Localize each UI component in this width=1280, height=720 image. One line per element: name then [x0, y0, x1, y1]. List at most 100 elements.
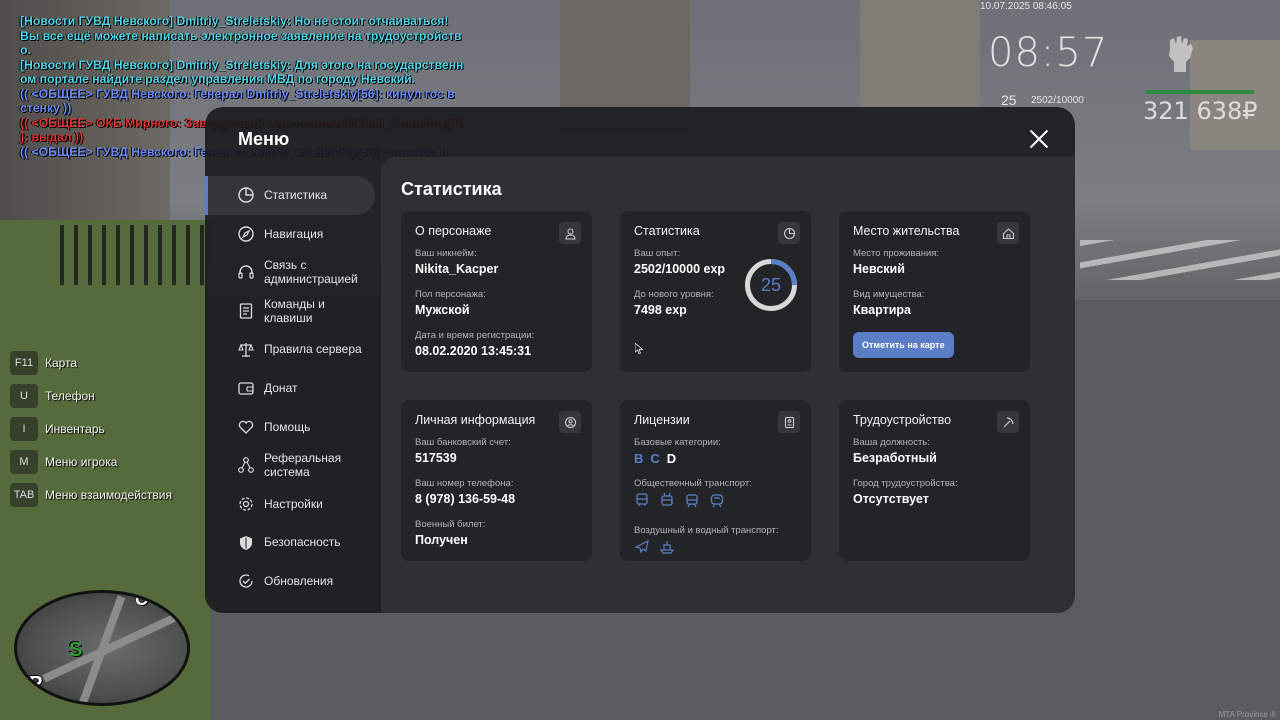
gear-icon [237, 495, 255, 513]
user-icon [559, 222, 581, 244]
tram-icon [684, 492, 700, 513]
menu-header: Меню [205, 107, 1075, 157]
card-title: Лицензии [634, 413, 690, 427]
crosswalk [1080, 240, 1280, 280]
sidebar-item-statistics[interactable]: Статистика [205, 176, 375, 215]
sidebar-item-updates[interactable]: Обновления [205, 562, 380, 601]
hotkey-interaction-menu[interactable]: TAB Меню взаимодействия [10, 478, 172, 511]
mouse-cursor-icon [635, 343, 643, 354]
compass-icon [237, 225, 255, 243]
hotkey-label: Меню игрока [45, 454, 118, 469]
pie-chart-icon [778, 222, 800, 244]
hotkey-label: Телефон [45, 388, 95, 403]
sidebar-item-security[interactable]: Безопасность [205, 523, 380, 562]
hotkey-phone[interactable]: U Телефон [10, 379, 172, 412]
chat-line: о. [20, 43, 31, 57]
hotkey-map[interactable]: F11 Карта [10, 346, 172, 379]
sidebar-item-label: Реферальная система [264, 450, 342, 480]
field-label: Ваш никнейм: [415, 248, 477, 259]
network-icon [237, 456, 255, 474]
hud-level: 25 [1001, 92, 1017, 108]
hotkey-label: Карта [45, 355, 78, 370]
license-category-b: B [634, 451, 644, 466]
document-icon [237, 302, 255, 320]
level-progress-ring: 25 [743, 257, 799, 313]
field-label: Ваш номер телефона: [415, 478, 514, 489]
shield-icon [237, 534, 255, 552]
sidebar-item-navigation[interactable]: Навигация [205, 215, 380, 254]
card-statistics: Статистика Ваш опыт: 2502/10000 exp До н… [620, 211, 811, 372]
health-bar [1146, 90, 1254, 94]
close-button[interactable] [1027, 127, 1051, 151]
position-value: Безработный [853, 451, 937, 465]
sidebar-item-label: Обновления [264, 573, 334, 588]
hotkey-key: U [10, 383, 38, 408]
sidebar-item-label: Настройки [264, 496, 323, 511]
mark-on-map-button[interactable]: Отметить на карте [853, 332, 954, 358]
hotkey-list: F11 Карта U Телефон I Инвентарь M Меню и… [10, 346, 172, 511]
building [1190, 40, 1280, 150]
refresh-check-icon [237, 572, 255, 590]
page-title: Статистика [401, 179, 502, 199]
hud-clock: 08:57 [988, 30, 1109, 76]
field-label: Общественный транспорт: [634, 478, 752, 489]
sidebar-item-help[interactable]: Помощь [205, 408, 380, 447]
trolleybus-icon [659, 492, 675, 513]
card-character: О персонаже Ваш никнейм: Nikita_Kacper П… [401, 211, 592, 372]
fist-icon [1162, 34, 1198, 74]
license-categories: B C D [634, 451, 797, 466]
card-title: Место жительства [853, 224, 960, 238]
pickaxe-icon [997, 411, 1019, 433]
hotkey-player-menu[interactable]: M Меню игрока [10, 445, 172, 478]
sidebar-item-admin-contact[interactable]: Связь с администрацией [205, 253, 380, 292]
minimap-blip-s: S [69, 639, 83, 661]
residence-place-value: Невский [853, 262, 905, 276]
sidebar-item-settings[interactable]: Настройки [205, 485, 380, 524]
user-circle-icon [559, 411, 581, 433]
public-transport-licenses [634, 492, 797, 513]
field-label: Место проживания: [853, 248, 940, 259]
sidebar-item-commands[interactable]: Команды и клавиши [205, 292, 380, 331]
hud-money: 321 638₽ [1143, 97, 1258, 125]
sidebar-item-label: Связь с администрацией [264, 257, 358, 287]
license-category-d: D [666, 451, 677, 466]
field-label: Пол персонажа: [415, 289, 486, 300]
sidebar-item-donate[interactable]: Донат [205, 369, 380, 408]
phone-number-value: 8 (978) 136-59-48 [415, 492, 516, 506]
hotkey-key: F11 [10, 350, 38, 375]
sidebar-item-label: Навигация [264, 226, 324, 241]
headset-icon [237, 263, 255, 281]
hotkey-inventory[interactable]: I Инвентарь [10, 412, 172, 445]
field-label: Вид имущества: [853, 289, 925, 300]
card-residence: Место жительства Место проживания: Невск… [839, 211, 1030, 372]
boat-icon [659, 539, 675, 560]
home-icon [997, 222, 1019, 244]
menu-sidebar: Статистика Навигация Связь с администрац… [205, 176, 380, 601]
air-water-licenses [634, 539, 797, 560]
field-label: Дата и время регистрации: [415, 330, 535, 341]
building [860, 0, 980, 115]
hud-date: 10.07.2025 08:46:05 [980, 1, 1072, 12]
minimap-blip-c: C [135, 590, 148, 609]
field-label: Ваш банковский счет: [415, 437, 511, 448]
card-employment: Трудоустройство Ваша должность: Безработ… [839, 400, 1030, 561]
chat-line: [Новости ГУВД Невского] Dmitriy_Strelets… [20, 14, 449, 28]
field-label: Воздушный и водный транспорт: [634, 525, 779, 536]
card-title: Трудоустройство [853, 413, 952, 427]
card-title: Статистика [634, 224, 700, 238]
pie-chart-icon [237, 186, 255, 204]
chat-line: (( <ОБЩЕЕ> ГУВД Невского: Генерал Dmitri… [20, 86, 455, 101]
hotkey-label: Инвентарь [45, 421, 105, 436]
registration-value: 08.02.2020 13:45:31 [415, 344, 532, 358]
hotkey-label: Меню взаимодействия [45, 487, 172, 502]
hotkey-key: M [10, 449, 38, 474]
field-label: Базовые категории: [634, 437, 721, 448]
fence [60, 225, 210, 285]
military-id-value: Получен [415, 533, 468, 547]
sidebar-item-label: Правила сервера [264, 342, 362, 357]
employment-city-value: Отсутствует [853, 492, 929, 506]
bank-account-value: 517539 [415, 451, 457, 465]
sidebar-item-rules[interactable]: Правила сервера [205, 330, 380, 369]
sidebar-item-referral[interactable]: Реферальная система [205, 446, 380, 485]
chat-line: ом портале найдите раздел управления МВД… [20, 72, 415, 86]
